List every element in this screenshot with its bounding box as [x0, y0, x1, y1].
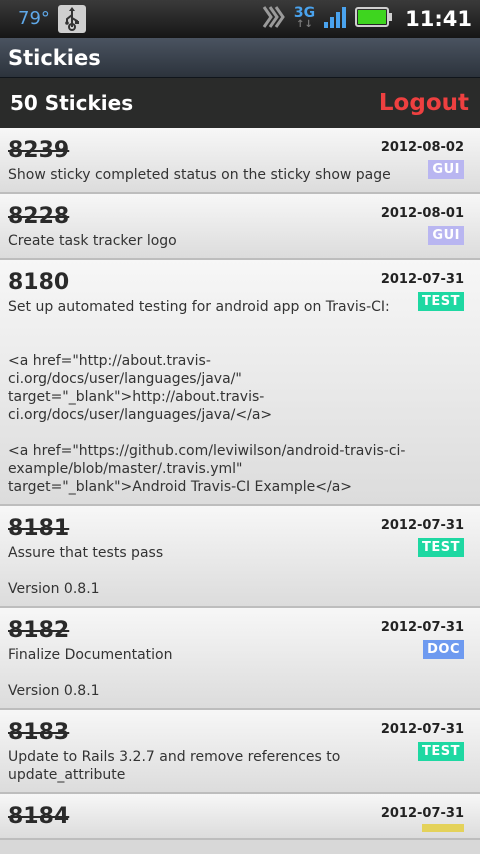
sticky-tag: TEST	[418, 742, 464, 761]
battery-icon	[355, 6, 393, 32]
sticky-text: Update to Rails 3.2.7 and remove referen…	[8, 749, 341, 783]
temperature-readout: 79°	[18, 8, 50, 29]
sticky-tag: GUI	[428, 160, 464, 179]
sticky-text: Show sticky completed status on the stic…	[8, 167, 391, 183]
sticky-date: 2012-07-31	[380, 272, 464, 287]
stickies-list: 8239 2012-08-02 GUI Show sticky complete…	[0, 128, 480, 840]
sticky-date: 2012-08-02	[380, 140, 464, 155]
status-bar: 79° 3G ↑↓ 11:41	[0, 0, 480, 38]
sticky-text: Finalize Documentation Version 0.8.1	[8, 647, 173, 699]
sticky-date: 2012-08-01	[380, 206, 464, 221]
sticky-tag: GUI	[428, 226, 464, 245]
sticky-item[interactable]: 8182 2012-07-31 DOC Finalize Documentati…	[0, 608, 480, 710]
sticky-item[interactable]: 8183 2012-07-31 TEST Update to Rails 3.2…	[0, 710, 480, 794]
sticky-date: 2012-07-31	[380, 806, 464, 821]
sticky-tag	[422, 824, 464, 832]
sticky-text: Assure that tests pass Version 0.8.1	[8, 545, 164, 597]
usb-icon	[58, 5, 86, 33]
stickies-header: 50 Stickies Logout	[0, 78, 480, 128]
network-type-icon: 3G ↑↓	[293, 5, 316, 30]
sticky-item[interactable]: 8184 2012-07-31	[0, 794, 480, 840]
app-title-bar: Stickies	[0, 38, 480, 78]
sticky-item[interactable]: 8180 2012-07-31 TEST Set up automated te…	[0, 260, 480, 506]
sticky-item[interactable]: 8239 2012-08-02 GUI Show sticky complete…	[0, 128, 480, 194]
sticky-text: Create task tracker logo	[8, 233, 177, 249]
sticky-tag: DOC	[423, 640, 464, 659]
sticky-tag: TEST	[418, 538, 464, 557]
sticky-item[interactable]: 8228 2012-08-01 GUI Create task tracker …	[0, 194, 480, 260]
data-activity-icon	[260, 4, 286, 34]
sticky-tag: TEST	[418, 292, 464, 311]
sticky-date: 2012-07-31	[380, 722, 464, 737]
signal-strength-icon	[323, 5, 347, 33]
app-title: Stickies	[8, 45, 101, 70]
logout-button[interactable]: Logout	[379, 90, 469, 116]
stickies-count: 50 Stickies	[10, 91, 134, 115]
sticky-date: 2012-07-31	[380, 620, 464, 635]
clock: 11:41	[405, 7, 472, 31]
sticky-item[interactable]: 8181 2012-07-31 TEST Assure that tests p…	[0, 506, 480, 608]
sticky-text: Set up automated testing for android app…	[8, 299, 406, 495]
sticky-date: 2012-07-31	[380, 518, 464, 533]
